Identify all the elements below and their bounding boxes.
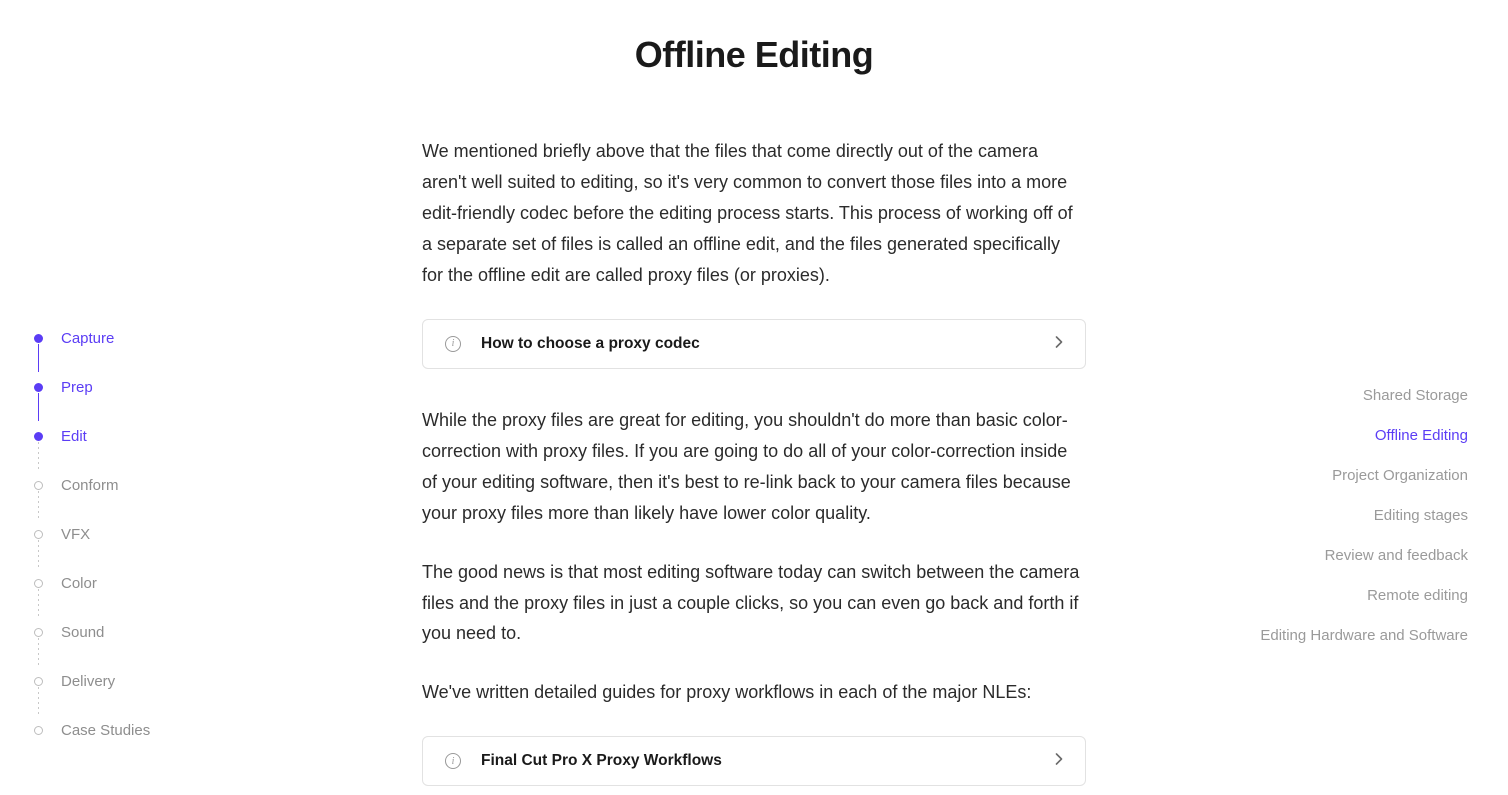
expand-label: How to choose a proxy codec: [481, 335, 1035, 353]
right-nav-item-review-and-feedback[interactable]: Review and feedback: [1238, 548, 1468, 563]
right-nav-item-editing-hardware-and-software[interactable]: Editing Hardware and Software: [1238, 628, 1468, 643]
left-nav-item-conform[interactable]: Conform: [34, 461, 214, 510]
step-dot-icon: [34, 677, 43, 686]
right-section-nav: Shared Storage Offline Editing Project Org…: [1238, 388, 1468, 668]
step-dot-icon: [34, 432, 43, 441]
page-title: Offline Editing: [422, 34, 1086, 76]
step-dot-icon: [34, 579, 43, 588]
step-connector: [38, 638, 39, 666]
left-nav-label: Prep: [61, 379, 93, 396]
left-nav-item-color[interactable]: Color: [34, 559, 214, 608]
step-dot-icon: [34, 383, 43, 392]
step-dot-icon: [34, 481, 43, 490]
left-nav-item-capture[interactable]: Capture: [34, 314, 214, 363]
step-dot-icon: [34, 334, 43, 343]
step-dot-icon: [34, 726, 43, 735]
right-nav-item-project-organization[interactable]: Project Organization: [1238, 468, 1468, 483]
left-nav-item-sound[interactable]: Sound: [34, 608, 214, 657]
left-nav-item-delivery[interactable]: Delivery: [34, 657, 214, 706]
body-paragraph-3: The good news is that most editing softw…: [422, 557, 1086, 650]
step-dot-icon: [34, 628, 43, 637]
chevron-right-icon: [1055, 752, 1063, 770]
left-nav-label: VFX: [61, 526, 90, 543]
right-nav-item-remote-editing[interactable]: Remote editing: [1238, 588, 1468, 603]
step-connector: [38, 442, 39, 470]
step-connector: [38, 491, 39, 519]
right-nav-item-shared-storage[interactable]: Shared Storage: [1238, 388, 1468, 403]
left-nav-label: Capture: [61, 330, 114, 347]
left-stepper-nav: Capture Prep Edit Conform VFX Color Sound Deliv…: [34, 314, 214, 755]
step-connector: [38, 393, 39, 421]
left-nav-label: Sound: [61, 624, 104, 641]
left-nav-item-case-studies[interactable]: Case Studies: [34, 706, 214, 755]
chevron-right-icon: [1055, 335, 1063, 353]
step-connector: [38, 687, 39, 715]
expand-fcpx-proxy[interactable]: i Final Cut Pro X Proxy Workflows: [422, 736, 1086, 786]
intro-paragraph-1: We mentioned briefly above that the file…: [422, 136, 1086, 291]
left-nav-label: Color: [61, 575, 97, 592]
info-icon: i: [445, 753, 461, 769]
step-connector: [38, 540, 39, 568]
right-nav-item-offline-editing[interactable]: Offline Editing: [1238, 428, 1468, 443]
body-paragraph-2: While the proxy files are great for edit…: [422, 405, 1086, 529]
left-nav-item-edit[interactable]: Edit: [34, 412, 214, 461]
right-nav-item-editing-stages[interactable]: Editing stages: [1238, 508, 1468, 523]
step-dot-icon: [34, 530, 43, 539]
expand-label: Final Cut Pro X Proxy Workflows: [481, 752, 1035, 770]
left-nav-label: Edit: [61, 428, 87, 445]
article-main: Offline Editing We mentioned briefly abo…: [422, 34, 1086, 786]
left-nav-label: Conform: [61, 477, 119, 494]
left-nav-item-prep[interactable]: Prep: [34, 363, 214, 412]
left-nav-label: Delivery: [61, 673, 115, 690]
left-nav-item-vfx[interactable]: VFX: [34, 510, 214, 559]
left-nav-label: Case Studies: [61, 722, 150, 739]
step-connector: [38, 589, 39, 617]
expand-proxy-codec[interactable]: i How to choose a proxy codec: [422, 319, 1086, 369]
step-connector: [38, 344, 39, 372]
body-paragraph-4: We've written detailed guides for proxy …: [422, 677, 1086, 708]
info-icon: i: [445, 336, 461, 352]
